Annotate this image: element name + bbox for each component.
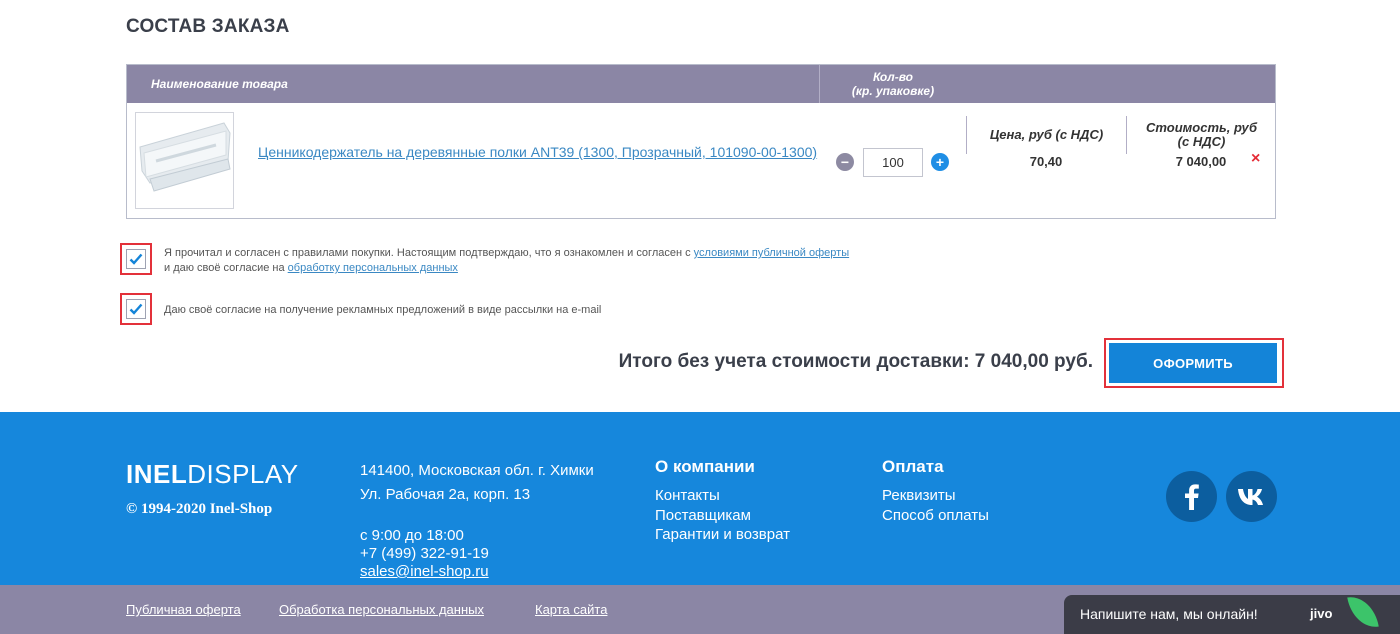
chat-brand: jivo [1310,606,1333,621]
order-table: Наименование товара Кол-во (кр. упаковке… [126,64,1276,219]
newsletter-label: Даю своё согласие на получение рекламных… [164,304,602,316]
phone-number[interactable]: +7 (499) 322-91-19 [360,545,489,563]
product-thumbnail[interactable] [135,112,234,209]
page-title: СОСТАВ ЗАКАЗА [126,16,290,37]
bottom-link-personal-data[interactable]: Обработка персональных данных [279,602,484,617]
chat-prompt: Напишите нам, мы онлайн! [1080,606,1258,622]
facebook-icon [1184,483,1199,510]
checkout-page: СОСТАВ ЗАКАЗА Наименование товара Кол-во… [0,0,1400,634]
checkmark-icon [129,253,143,265]
table-header: Наименование товара Кол-во (кр. упаковке… [127,65,1275,154]
working-hours: с 9:00 до 18:00 [360,527,464,544]
facebook-button[interactable] [1166,471,1217,522]
footer-link-payment-method[interactable]: Способ оплаты [882,507,989,524]
bottom-link-sitemap[interactable]: Карта сайта [535,602,607,617]
footer-link-contacts[interactable]: Контакты [655,487,720,504]
bottom-link-public-offer[interactable]: Публичная оферта [126,602,241,617]
order-total: Итого без учета стоимости доставки: 7 04… [618,351,1093,372]
terms-checkbox[interactable] [126,249,146,269]
vk-button[interactable] [1226,471,1277,522]
terms-checkbox-highlight [120,243,152,275]
column-header-name: Наименование товара [151,77,288,91]
qty-increase-button[interactable]: + [931,153,949,171]
footer-link-guarantees[interactable]: Гарантии и возврат [655,526,790,543]
terms-label: Я прочитал и согласен с правилами покупк… [164,246,964,276]
company-title: О компании [655,457,755,476]
vk-icon [1237,488,1263,505]
public-offer-link[interactable]: условиями публичной оферты [694,247,849,259]
footer-link-suppliers[interactable]: Поставщикам [655,507,751,524]
address-line-2: Ул. Рабочая 2а, корп. 13 [360,486,531,503]
qty-input[interactable] [863,148,923,177]
chat-leaf-icon [1347,593,1379,631]
checkmark-icon [129,303,143,315]
personal-data-link[interactable]: обработку персональных данных [288,262,458,274]
chat-widget[interactable]: Напишите нам, мы онлайн! jivo [1064,593,1400,634]
copyright: © 1994-2020 Inel-Shop [126,501,273,517]
item-price: 70,40 [1029,154,1063,169]
product-link[interactable]: Ценникодержатель на деревянные полки ANT… [258,144,818,160]
logo-light-text: DISPLAY [187,459,299,489]
newsletter-checkbox[interactable] [126,299,146,319]
terms-text-1: Я прочитал и согласен с правилами покупк… [164,247,694,259]
terms-text-2: и даю своё согласие на [164,262,288,274]
footer-link-requisites[interactable]: Реквизиты [882,487,956,504]
table-row: Ценникодержатель на деревянные полки ANT… [127,103,1275,219]
address-line-1: 141400, Московская обл. г. Химки [360,462,594,479]
product-image-icon [136,113,233,208]
checkout-button[interactable]: ОФОРМИТЬ [1109,343,1277,383]
email-link[interactable]: sales@inel-shop.ru [360,563,489,580]
email-wrap: sales@inel-shop.ru [360,563,489,581]
payment-title: Оплата [882,457,944,476]
remove-item-icon[interactable]: × [1251,150,1260,168]
site-footer: INELDISPLAY © 1994-2020 Inel-Shop 141400… [0,412,1400,585]
column-header-qty: Кол-во (кр. упаковке) [819,65,966,103]
newsletter-checkbox-highlight [120,293,152,325]
site-logo[interactable]: INELDISPLAY [126,460,299,488]
logo-bold-text: INEL [126,459,188,489]
qty-decrease-button[interactable]: − [836,153,854,171]
